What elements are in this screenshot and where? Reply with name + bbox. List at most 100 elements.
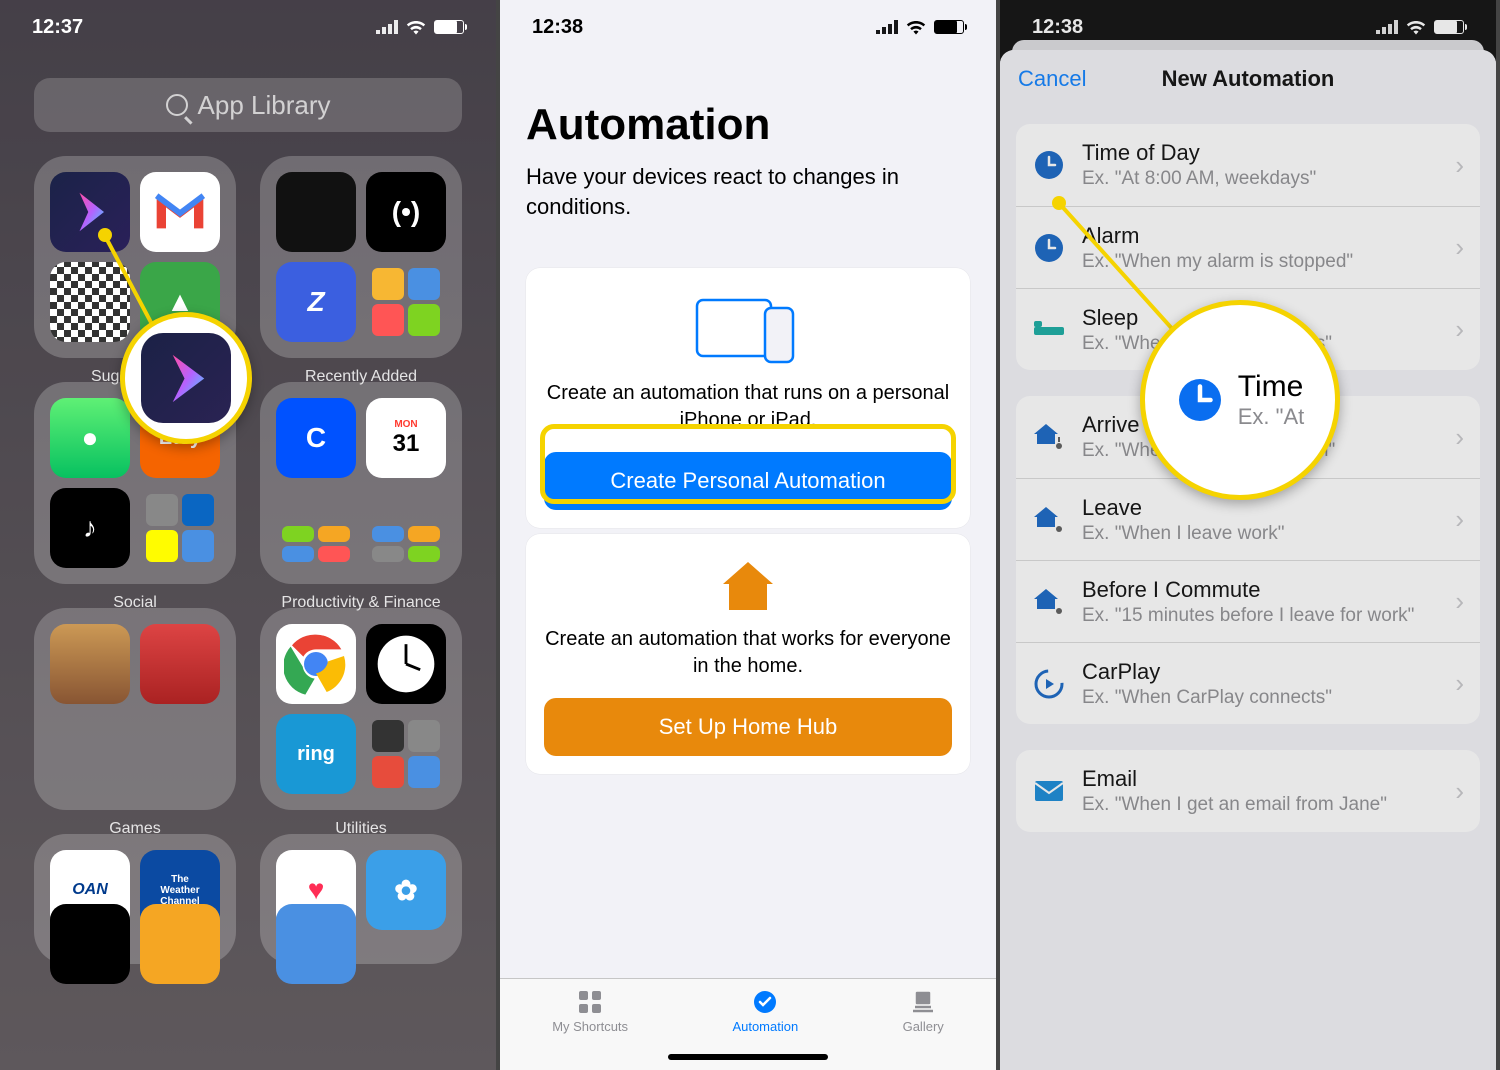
folder-partial-1[interactable]: OAN TheWeatherChannel [34,834,236,964]
app-calendar[interactable]: MON31 [366,398,446,478]
tab-gallery[interactable]: Gallery [903,989,944,1034]
app-messages[interactable]: ● [50,398,130,478]
row-title: Alarm [1082,223,1439,249]
card-home-hub: Create an automation that works for ever… [526,534,970,774]
folder-grid: ▲ Suggestions (•) Z Recently Added ● Ets… [34,156,462,964]
app-chrome[interactable] [276,624,356,704]
app-unknown3[interactable] [276,904,356,984]
clock-icon [1032,231,1066,265]
house-leave-icon [1032,503,1066,537]
folder-games[interactable]: Games [34,608,236,810]
row-time-of-day[interactable]: Time of DayEx. "At 8:00 AM, weekdays" › [1016,124,1480,206]
nav-bar: Cancel New Automation [1000,50,1496,108]
panel-new-automation: 12:38 Cancel New Automation Time of DayE… [1000,0,1500,1070]
app-library-search[interactable]: App Library [34,78,462,132]
panel-app-library: 12:37 App Library ▲ Suggestions [0,0,500,1070]
mail-icon [1032,774,1066,808]
row-alarm[interactable]: AlarmEx. "When my alarm is stopped" › [1016,206,1480,288]
folder-recently-added[interactable]: (•) Z Recently Added [260,156,462,358]
home-icon [544,560,952,612]
zoom-sub: Ex. "At [1238,404,1305,430]
folder-partial-2[interactable]: ♥ ✿ [260,834,462,964]
app-ring[interactable]: ring [276,714,356,794]
app-unknown2[interactable] [140,904,220,984]
app-clock[interactable] [366,624,446,704]
status-time: 12:37 [32,16,83,39]
folder-mini[interactable] [366,262,446,342]
app-gmail[interactable] [140,172,220,252]
house-commute-icon [1032,585,1066,619]
row-sub: Ex. "When my alarm is stopped" [1082,251,1439,273]
battery-icon [934,20,964,34]
chevron-right-icon: › [1455,150,1464,181]
row-carplay[interactable]: CarPlayEx. "When CarPlay connects" › [1016,642,1480,724]
tab-label: Automation [732,1019,798,1034]
row-email[interactable]: EmailEx. "When I get an email from Jane"… [1016,750,1480,832]
chevron-right-icon: › [1455,776,1464,807]
home-indicator[interactable] [668,1054,828,1060]
tab-label: My Shortcuts [552,1019,628,1034]
folder-mini[interactable] [366,714,446,794]
app-unknown1[interactable] [50,904,130,984]
panel-automation: 12:38 Automation Have your devices react… [500,0,1000,1070]
carplay-icon [1032,667,1066,701]
tab-my-shortcuts[interactable]: My Shortcuts [552,989,628,1034]
create-personal-automation-button[interactable]: Create Personal Automation [544,452,952,510]
status-bar: 12:38 [500,0,996,54]
chevron-right-icon: › [1455,504,1464,535]
highlight-shortcuts-app [120,312,252,444]
app-zotero[interactable]: Z [276,262,356,342]
app-cod[interactable]: (•) [366,172,446,252]
row-title: Email [1082,766,1439,792]
folder-productivity[interactable]: C MON31 Productivity & Finance [260,382,462,584]
app-photo[interactable] [50,262,130,342]
row-sub: Ex. "15 minutes before I leave for work" [1082,605,1439,627]
row-title: CarPlay [1082,659,1439,685]
card-personal-automation: Create an automation that runs on a pers… [526,268,970,528]
page-subtitle: Have your devices react to changes in co… [526,162,970,221]
app-game1[interactable] [50,624,130,704]
folder-mini[interactable] [366,520,446,568]
cancel-button[interactable]: Cancel [1018,66,1086,92]
folder-mini[interactable] [140,488,220,568]
nav-title: New Automation [1162,66,1335,92]
trigger-group-comm: EmailEx. "When I get an email from Jane"… [1016,750,1480,832]
app-portrait[interactable] [276,172,356,252]
cellular-icon [376,20,398,34]
search-placeholder: App Library [198,90,331,121]
status-icons [376,19,464,35]
status-icons [1376,19,1464,35]
row-sub: Ex. "At 8:00 AM, weekdays" [1082,168,1439,190]
folder-mini[interactable] [276,520,356,568]
clock-icon [1032,148,1066,182]
status-bar: 12:38 [1000,0,1496,54]
folder-utilities[interactable]: ring Utilities [260,608,462,810]
clock-icon [1176,376,1224,424]
row-sub: Ex. "When I get an email from Jane" [1082,794,1439,816]
automation-icon [750,989,780,1015]
card-text: Create an automation that runs on a pers… [544,380,952,434]
status-time: 12:38 [532,16,583,39]
tab-automation[interactable]: Automation [732,989,798,1034]
app-tiktok[interactable]: ♪ [50,488,130,568]
app-coinbase[interactable]: C [276,398,356,478]
chevron-right-icon: › [1455,422,1464,453]
page-title: Automation [526,100,770,150]
app-game2[interactable] [140,624,220,704]
wifi-icon [906,19,926,35]
row-before-commute[interactable]: Before I CommuteEx. "15 minutes before I… [1016,560,1480,642]
status-icons [876,19,964,35]
row-title: Leave [1082,495,1439,521]
chevron-right-icon: › [1455,314,1464,345]
battery-icon [434,20,464,34]
wifi-icon [406,19,426,35]
bed-icon [1032,313,1066,347]
status-time: 12:38 [1032,16,1083,39]
zoom-title: Time [1238,370,1305,404]
battery-icon [1434,20,1464,34]
app-shortcuts[interactable] [50,172,130,252]
row-title: Before I Commute [1082,577,1439,603]
row-sub: Ex. "When I leave work" [1082,523,1439,545]
cellular-icon [876,20,898,34]
setup-home-hub-button[interactable]: Set Up Home Hub [544,698,952,756]
